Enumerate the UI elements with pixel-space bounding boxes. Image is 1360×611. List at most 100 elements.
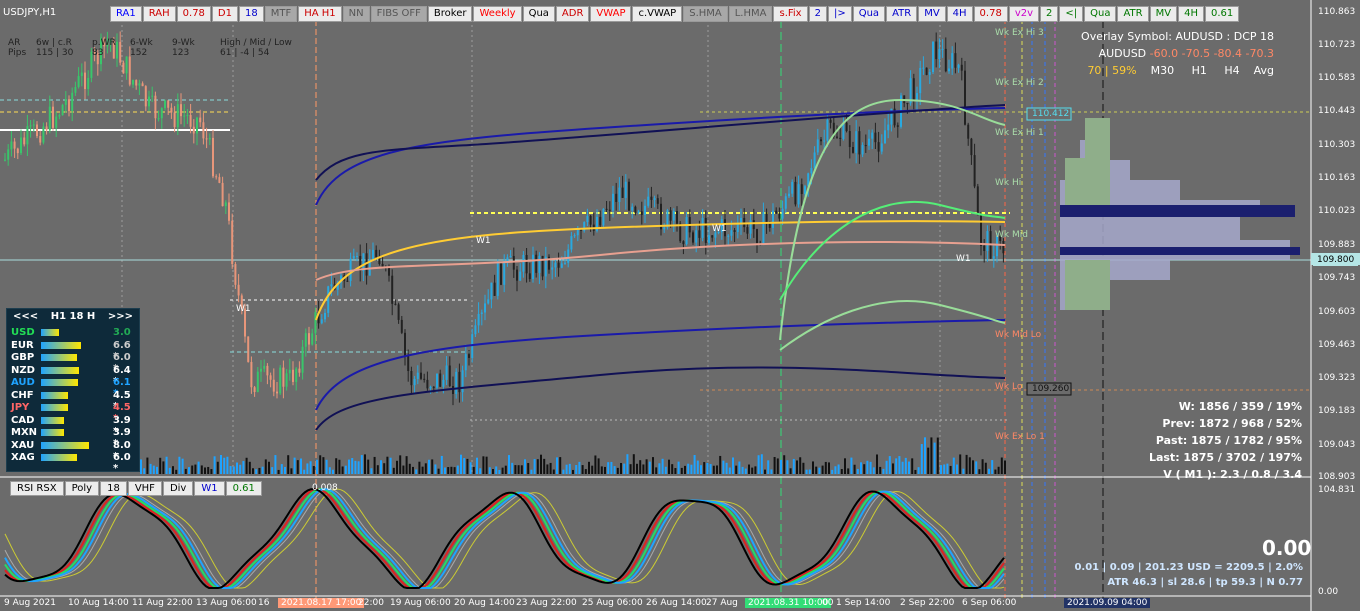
volume-bar [533,459,536,474]
candle-body [64,99,67,105]
toolbar-button-21[interactable]: ATR [886,6,918,22]
toolbar-button-19[interactable]: |> [827,6,852,22]
toolbar-button-4[interactable]: 18 [238,6,264,22]
toolbar-button-15[interactable]: S.HMA [683,6,728,22]
toolbar-button-2[interactable]: 0.78 [176,6,211,22]
toolbar-button-30[interactable]: MV [1149,6,1178,22]
strength-bar [41,354,77,361]
volume-bar [607,462,610,474]
weekly-level-label: Wk Ex Hi 2 [995,78,1044,88]
candle-body [509,256,512,258]
toolbar-button-26[interactable]: 2 [1040,6,1059,22]
toolbar-button-8[interactable]: FIBS OFF [370,6,427,22]
volume-bar [719,455,722,474]
volume-bar [780,459,782,474]
volume-bar [616,467,619,474]
candle-body [941,48,944,50]
price-chart[interactable] [0,0,1360,611]
toolbar-button-12[interactable]: ADR [555,6,590,22]
volume-bar [623,463,626,474]
toolbar-button-3[interactable]: D1 [211,6,238,22]
volume-bar [562,469,565,474]
volume-bar [760,454,763,474]
tf-h1[interactable]: H1 [1192,64,1207,77]
osc-button-2[interactable]: 18 [100,481,127,496]
next-button[interactable]: >>> [108,311,133,322]
candle-body [400,319,403,333]
volume-bar [725,462,728,474]
toolbar-button-5[interactable]: MTF [264,6,298,22]
toolbar-button-9[interactable]: Broker [427,6,473,22]
toolbar-button-22[interactable]: MV [918,6,946,22]
toolbar-button-23[interactable]: 4H [946,6,973,22]
candle-body [589,215,592,225]
price-axis[interactable]: 110.863 110.723 110.583 110.443 110.303 110.1… [1312,0,1360,611]
toolbar-button-13[interactable]: VWAP [590,6,632,22]
volume-bar [901,461,904,474]
candle-body [202,122,205,139]
volume-bar [808,469,811,474]
osc-button-6[interactable]: 0.61 [225,481,262,496]
time-tick: 6 Sep 06:00 [962,598,1017,608]
currency-symbol: XAG [11,452,35,463]
toolbar-button-32[interactable]: 0.61 [1204,6,1240,22]
volume-bar [210,469,213,474]
toolbar-button-25[interactable]: v2v [1008,6,1040,22]
volume-bar [223,457,226,474]
osc-button-5[interactable]: W1 [194,481,225,496]
tf-m30[interactable]: M30 [1151,64,1175,77]
toolbar-button-1[interactable]: RAH [142,6,176,22]
toolbar-button-24[interactable]: 0.78 [973,6,1008,22]
time-tick: 23 Aug 22:00 [516,598,577,608]
volume-bar [802,462,805,474]
currency-symbol: CAD [11,414,35,426]
strength-bar [41,379,78,386]
candle-body [231,220,234,265]
strength-value: 6.0 * [113,452,131,474]
toolbar-button-7[interactable]: NN [342,6,370,22]
toolbar-button-29[interactable]: ATR [1117,6,1149,22]
osc-button-3[interactable]: VHF [127,481,162,496]
toolbar-button-28[interactable]: Qua [1084,6,1117,22]
toolbar-button-31[interactable]: 4H [1178,6,1204,22]
tf-avg[interactable]: Avg [1254,64,1274,77]
volume-bar [284,466,286,474]
candle-body [48,106,51,131]
toolbar-button-14[interactable]: c.VWAP [632,6,683,22]
volume-bar [908,461,910,474]
volume-bar [584,469,587,474]
toolbar-button-18[interactable]: 2 [808,6,827,22]
toolbar-button-10[interactable]: Weekly [473,6,522,22]
candle-body [138,83,141,86]
osc-button-4[interactable]: Div [162,481,194,496]
toolbar-button-6[interactable]: HA H1 [298,6,342,22]
prev-button[interactable]: <<< [13,311,38,322]
osc-button-0[interactable]: RSI RSX [10,481,64,496]
volume-bar [738,461,741,474]
toolbar-button-16[interactable]: L.HMA [728,6,773,22]
candle-body [32,124,35,126]
toolbar-button-27[interactable]: <| [1059,6,1084,22]
volume-bar [485,456,488,474]
candle-body [74,86,77,93]
time-tick: 16 [258,598,270,608]
osc-button-1[interactable]: Poly [64,481,100,496]
tf-h4[interactable]: H4 [1224,64,1239,77]
candle-body [253,387,256,393]
candle-body [538,255,541,273]
volume-bar [735,465,738,474]
volume-bar [655,467,658,474]
candle-body [394,303,397,305]
volume-bar [748,464,750,474]
volume-bar [280,464,283,474]
volume-bar [668,459,670,474]
candle-body [413,378,416,386]
price-tick: 0.00 [1318,587,1339,597]
toolbar-button-0[interactable]: RA1 [110,6,142,22]
volume-bar [351,458,354,474]
toolbar-button-11[interactable]: Qua [522,6,555,22]
candle-body [973,155,976,187]
toolbar-button-17[interactable]: s.Fix [773,6,808,22]
toolbar-button-20[interactable]: Qua [852,6,886,22]
time-tick: 26 Aug 14:00 [646,598,707,608]
